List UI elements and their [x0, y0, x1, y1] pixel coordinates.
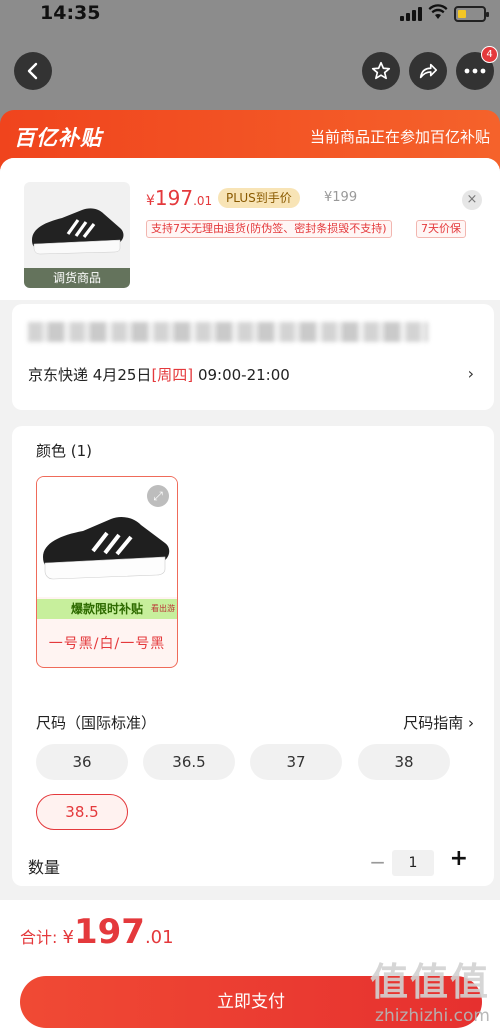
- promo-strip: 爆款限时补贴 看出游: [37, 599, 177, 619]
- service-tag-return: 支持7天无理由退货(防伪签、密封条损毁不支持): [146, 220, 392, 238]
- product-thumbnail[interactable]: 调货商品: [24, 182, 130, 288]
- size-option-37[interactable]: 37: [250, 744, 342, 780]
- status-bar: 14:35: [0, 0, 500, 30]
- battery-icon: [454, 6, 489, 22]
- total-price: 合计: ¥197.01: [20, 912, 174, 952]
- share-icon: [419, 63, 438, 79]
- delivery-info: 京东快递 4月25日[周四] 09:00-21:00: [28, 366, 290, 384]
- chevron-right-icon: ›: [467, 364, 474, 383]
- size-option-38[interactable]: 38: [358, 744, 450, 780]
- subsidy-note: 当前商品正在参加百亿补贴: [309, 128, 490, 146]
- cellular-signal-icon: [400, 7, 422, 21]
- notification-badge: 4: [481, 46, 498, 63]
- product-summary: 调货商品 ¥197.01 PLUS到手价 ¥199 × 支持7天无理由退货(防伪…: [0, 158, 500, 300]
- plus-price-badge: PLUS到手价: [218, 188, 300, 208]
- share-button[interactable]: [409, 52, 447, 90]
- more-button[interactable]: 4: [456, 46, 498, 90]
- expand-icon[interactable]: ⤢: [147, 485, 169, 507]
- product-price: ¥197.01: [146, 186, 213, 210]
- decrease-quantity-button[interactable]: −: [369, 850, 386, 874]
- shoe-image-icon: [32, 208, 124, 255]
- favorite-button[interactable]: [362, 52, 400, 90]
- purchase-sheet: 调货商品 ¥197.01 PLUS到手价 ¥199 × 支持7天无理由退货(防伪…: [0, 158, 500, 1032]
- status-time: 14:35: [40, 2, 101, 24]
- size-option-36-5[interactable]: 36.5: [143, 744, 235, 780]
- options-card: 颜色 (1) ⤢ 爆款限时补贴 看出游 一号黑/白/一号黑 尺码（国际标准） 尺…: [12, 426, 494, 886]
- star-icon: [371, 61, 391, 80]
- wifi-icon: [428, 4, 448, 19]
- address-card[interactable]: 京东快递 4月25日[周四] 09:00-21:00 ›: [12, 304, 494, 410]
- increase-quantity-button[interactable]: +: [450, 846, 468, 871]
- back-arrow-icon: [27, 62, 38, 80]
- size-guide-link[interactable]: 尺码指南 ›: [403, 712, 474, 733]
- product-tag: 调货商品: [24, 268, 130, 288]
- back-button[interactable]: [14, 52, 52, 90]
- size-option-36[interactable]: 36: [36, 744, 128, 780]
- color-heading: 颜色 (1): [36, 442, 93, 460]
- size-option-38-5[interactable]: 38.5: [36, 794, 128, 830]
- color-name: 一号黑/白/一号黑: [48, 636, 166, 652]
- color-image: ⤢: [37, 477, 177, 597]
- size-heading: 尺码（国际标准）: [36, 714, 157, 732]
- more-dots-icon: [464, 68, 486, 74]
- site-watermark: 值值值 zhizhizhi.com: [369, 960, 490, 1026]
- original-price: ¥199: [324, 190, 358, 205]
- quantity-field[interactable]: 1: [392, 850, 434, 876]
- close-icon[interactable]: ×: [462, 190, 482, 210]
- color-option[interactable]: ⤢ 爆款限时补贴 看出游 一号黑/白/一号黑: [36, 476, 178, 668]
- subsidy-logo: 百亿补贴: [14, 126, 102, 150]
- blurred-address: [28, 322, 428, 342]
- service-tag-price-protect: 7天价保: [416, 220, 466, 238]
- quantity-label: 数量: [28, 858, 61, 877]
